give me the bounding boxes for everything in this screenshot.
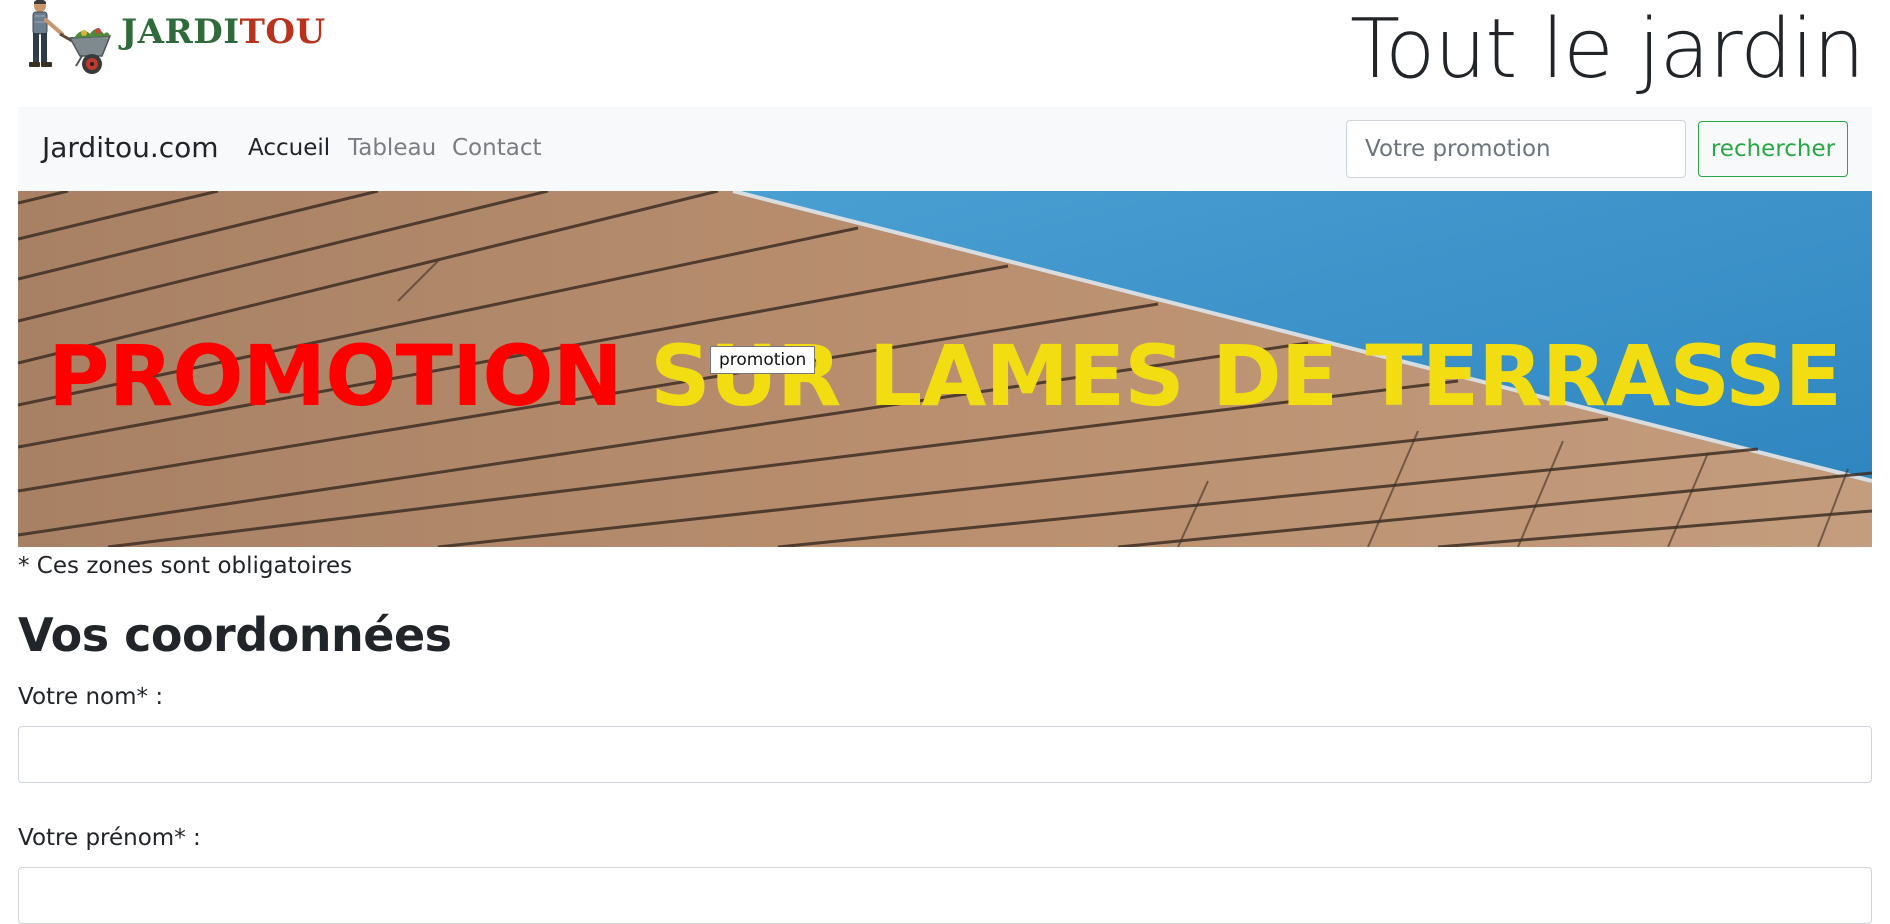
promo-banner[interactable]: PROMOTION SUR LAMES DE TERRASSE promotio… bbox=[18, 191, 1872, 547]
navbar: Jarditou.com Accueil Tableau Contact rec… bbox=[18, 107, 1872, 191]
nav-link-contact[interactable]: Contact bbox=[452, 135, 541, 161]
first-name-label: Votre prénom* : bbox=[18, 825, 201, 851]
last-name-field[interactable] bbox=[18, 726, 1872, 783]
gardener-wheelbarrow-icon bbox=[29, 0, 112, 74]
banner-title-yellow: SUR LAMES DE TERRASSE bbox=[650, 327, 1842, 425]
page: JARDITOU Tout le jardin Jarditou.com Acc… bbox=[0, 0, 1890, 924]
search-button[interactable]: rechercher bbox=[1698, 121, 1848, 177]
logo-text-part1: JARDI bbox=[121, 12, 240, 52]
site-tagline: Tout le jardin bbox=[1350, 2, 1865, 97]
banner-title-red: PROMOTION bbox=[48, 327, 623, 425]
first-name-field[interactable] bbox=[18, 867, 1872, 924]
banner-tooltip: promotion bbox=[710, 346, 816, 374]
logo-text: JARDITOU bbox=[121, 12, 326, 52]
promotion-search-input[interactable] bbox=[1346, 120, 1686, 178]
banner-title: PROMOTION SUR LAMES DE TERRASSE bbox=[48, 327, 1842, 425]
site-logo[interactable]: JARDITOU bbox=[18, 0, 325, 78]
navbar-brand[interactable]: Jarditou.com bbox=[42, 131, 219, 164]
logo-text-part2: TOU bbox=[239, 12, 326, 52]
nav-link-accueil[interactable]: Accueil bbox=[248, 135, 330, 161]
last-name-label: Votre nom* : bbox=[18, 684, 164, 710]
nav-link-tableau[interactable]: Tableau bbox=[348, 135, 436, 161]
required-fields-note: * Ces zones sont obligatoires bbox=[18, 553, 353, 579]
section-title: Vos coordonnées bbox=[18, 608, 452, 662]
